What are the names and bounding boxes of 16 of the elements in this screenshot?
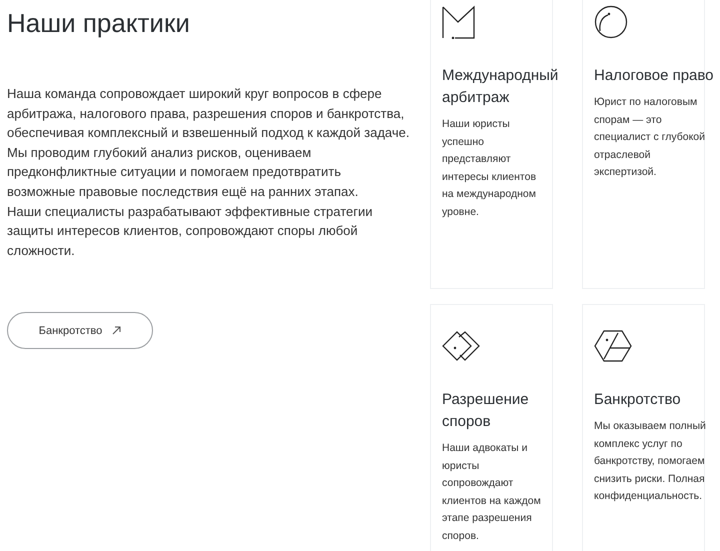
card-text: Мы оказываем полный комплекс услуг по банкротству, помогаем снизить риски. Полная конфиденциальность. [594,419,707,504]
bankruptcy-link-button[interactable]: Банкротство [7,312,153,350]
envelope-icon [442,5,476,39]
card-title: Международный арбитраж [442,66,560,108]
description-paragraph: Наши специалисты разрабатывают эффективные стратегии защиты интересов клиентов, сопровождают споры любой сложности. [7,202,374,260]
hexagon-icon [594,329,632,363]
description-paragraph: Наша команда сопровождает широкий круг вопросов в сфере арбитража, налогового права, разрешения споров и банкротства, обеспечивая комплексный и взвешенный подход к каждой задаче. Мы проводим глубокий анализ рисков, оцениваем предконфликтные ситуации и помогаем предотвратить возможные правовые последствия ещё на ранних этапах. [7,85,410,201]
arrow-icon [112,326,122,336]
card-title: Разрешение споров [442,390,530,432]
card-title: Налоговое право [594,66,715,86]
circle-icon [594,5,628,39]
section-heading: Наши практики [7,7,191,40]
card-text: Юрист по налоговым спорам — это специалист с глубокой отраслевой экспертизой. [594,95,706,180]
card-title: Банкротство [594,390,682,410]
card-text: Наши юристы успешно представляют интересы клиентов на международном уровне. [442,117,538,220]
card-text: Наши адвокаты и юристы сопровождают клиентов на каждом этапе разрешения споров. [442,441,542,544]
